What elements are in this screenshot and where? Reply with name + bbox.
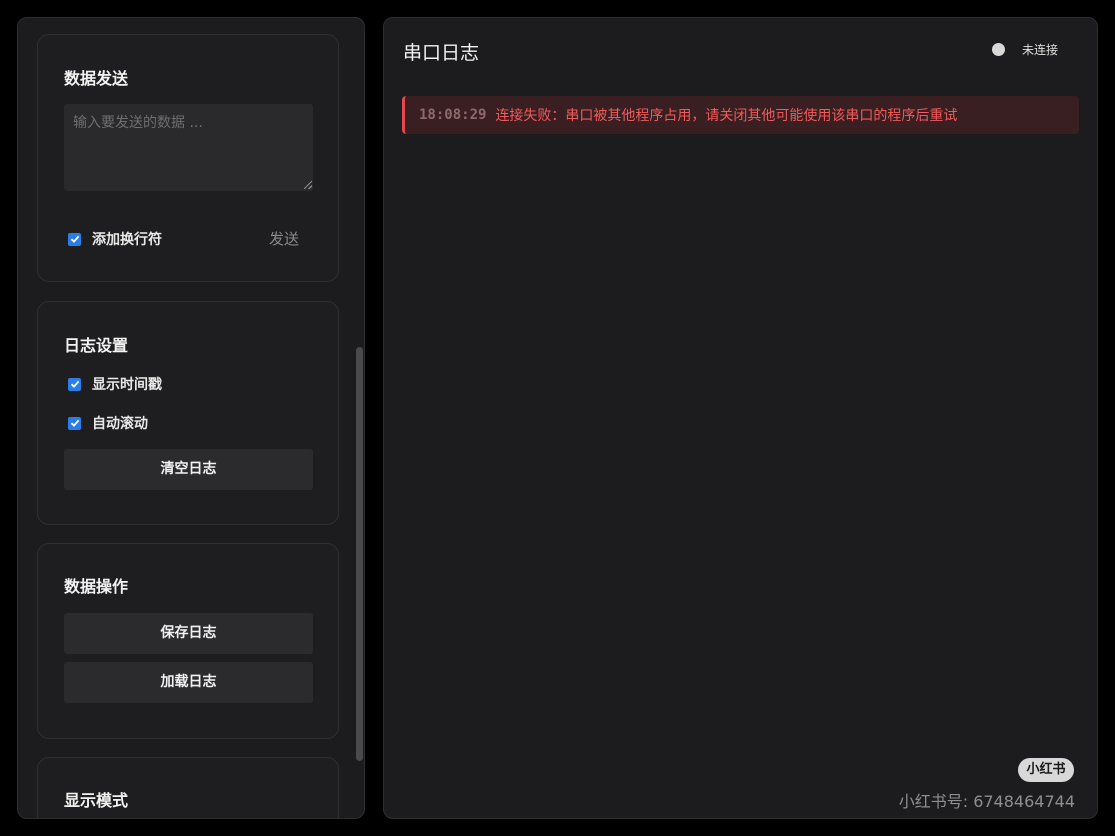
newline-option[interactable]: 添加换行符 bbox=[68, 229, 162, 249]
data-ops-card: 数据操作 保存日志 加载日志 bbox=[37, 543, 339, 739]
newline-checkbox[interactable] bbox=[68, 232, 81, 246]
check-icon bbox=[70, 419, 79, 427]
watermark-id: 小红书号: 6748464744 bbox=[898, 792, 1075, 811]
log-panel: 串口日志 未连接 18:08:29 连接失败：串口被其他程序占用，请关闭其他可能… bbox=[383, 17, 1098, 819]
autoscroll-label: 自动滚动 bbox=[92, 416, 148, 432]
timestamp-checkbox[interactable] bbox=[68, 377, 81, 391]
save-log-button[interactable]: 保存日志 bbox=[64, 613, 313, 654]
autoscroll-checkbox[interactable] bbox=[68, 416, 81, 430]
connection-status: 未连接 bbox=[992, 41, 1058, 58]
control-sidebar: 数据发送 添加换行符 发送 日志设置 显示时间戳 自动滚动 清空日志 数据 bbox=[17, 17, 365, 819]
clear-log-button[interactable]: 清空日志 bbox=[64, 449, 313, 490]
log-settings-title: 日志设置 bbox=[64, 336, 129, 355]
status-dot-icon bbox=[992, 43, 1005, 56]
send-data-input[interactable] bbox=[64, 104, 313, 191]
data-ops-title: 数据操作 bbox=[64, 577, 129, 596]
log-entry: 18:08:29 连接失败：串口被其他程序占用，请关闭其他可能使用该串口的程序后… bbox=[402, 96, 1079, 134]
check-icon bbox=[70, 380, 79, 388]
display-mode-card: 显示模式 bbox=[37, 757, 339, 818]
log-settings-card: 日志设置 显示时间戳 自动滚动 清空日志 bbox=[37, 301, 339, 525]
check-icon bbox=[70, 235, 79, 243]
resize-grip-icon[interactable] bbox=[304, 181, 312, 189]
send-button[interactable]: 发送 bbox=[254, 227, 314, 251]
log-timestamp: 18:08:29 bbox=[419, 107, 487, 123]
autoscroll-option[interactable]: 自动滚动 bbox=[68, 413, 148, 433]
log-message: 连接失败：串口被其他程序占用，请关闭其他可能使用该串口的程序后重试 bbox=[495, 108, 958, 124]
status-text: 未连接 bbox=[1022, 43, 1059, 57]
log-panel-title: 串口日志 bbox=[403, 42, 480, 64]
newline-label: 添加换行符 bbox=[92, 232, 162, 248]
load-log-button[interactable]: 加载日志 bbox=[64, 662, 313, 703]
sidebar-scrollbar-thumb[interactable] bbox=[356, 347, 363, 761]
xiaohongshu-logo: 小红书 bbox=[1018, 758, 1074, 782]
timestamp-option[interactable]: 显示时间戳 bbox=[68, 374, 162, 394]
data-send-card: 数据发送 添加换行符 发送 bbox=[37, 34, 339, 282]
timestamp-label: 显示时间戳 bbox=[92, 377, 162, 393]
display-mode-title: 显示模式 bbox=[64, 791, 129, 810]
data-send-title: 数据发送 bbox=[64, 69, 129, 88]
